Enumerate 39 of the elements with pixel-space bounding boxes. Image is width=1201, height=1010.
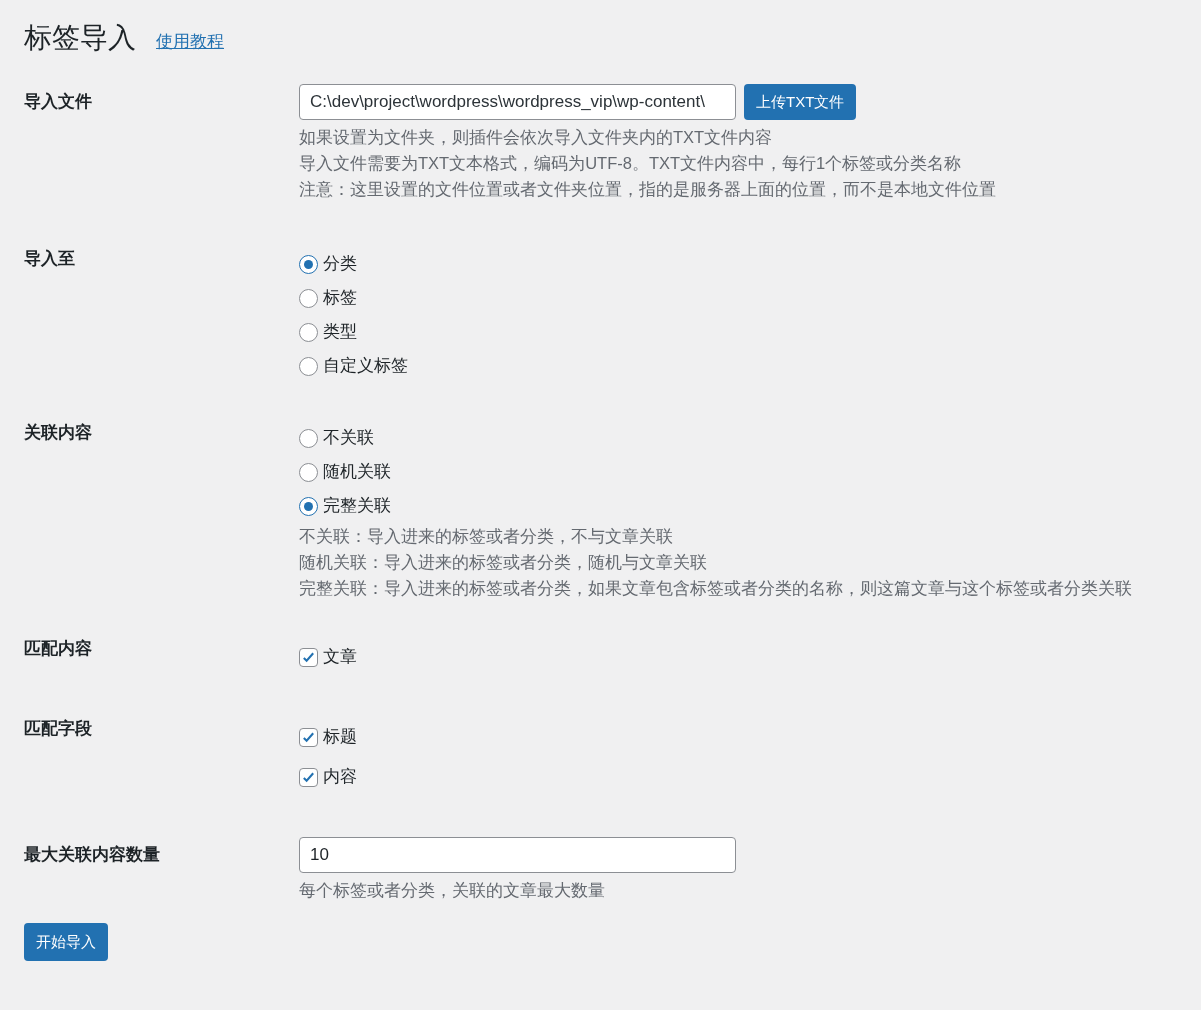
field-label: 导入至 — [24, 248, 76, 270]
radio-button[interactable] — [299, 462, 318, 482]
radio-button[interactable] — [299, 254, 318, 274]
option-label: 自定义标签 — [323, 355, 408, 378]
field-label: 关联内容 — [24, 422, 93, 444]
description-text: 注意：这里设置的文件位置或者文件夹位置，指的是服务器上面的位置，而不是本地文件位置 — [299, 179, 996, 200]
option-label: 文章 — [323, 646, 357, 669]
option-label: 类型 — [323, 321, 357, 344]
file-path-field[interactable]: C:\dev\project\wordpress\wordpress_vip\wp-content\ — [299, 84, 736, 120]
page-title: 标签导入 — [24, 21, 136, 55]
option-label: 分类 — [323, 253, 357, 276]
description-text: 每个标签或者分类，关联的文章最大数量 — [299, 880, 606, 901]
description-text: 导入文件需要为TXT文本格式，编码为UTF-8。TXT文件内容中，每行1个标签或分类名称 — [299, 153, 963, 174]
description-text: 完整关联：导入进来的标签或者分类，如果文章包含标签或者分类的名称，则这篇文章与这个标签或者分类关联 — [299, 578, 1132, 599]
radio-button[interactable] — [299, 428, 318, 448]
option-label: 内容 — [323, 766, 357, 789]
checkbox[interactable] — [299, 647, 318, 667]
option-label: 完整关联 — [323, 495, 391, 518]
description-text: 如果设置为文件夹，则插件会依次导入文件夹内的TXT文件内容 — [299, 127, 774, 148]
field-label: 导入文件 — [24, 91, 93, 113]
option-label: 标签 — [323, 287, 357, 310]
description-text: 不关联：导入进来的标签或者分类，不与文章关联 — [299, 526, 674, 547]
option-label: 不关联 — [323, 427, 374, 450]
option-label: 随机关联 — [323, 461, 391, 484]
tutorial-link[interactable]: 使用教程 — [156, 28, 224, 54]
radio-button[interactable] — [299, 322, 318, 342]
radio-button[interactable] — [299, 356, 318, 376]
field-label: 最大关联内容数量 — [24, 844, 161, 866]
upload-button[interactable]: 上传TXT文件 — [744, 84, 857, 120]
start-import-button[interactable]: 开始导入 — [24, 923, 108, 961]
radio-button[interactable] — [299, 496, 318, 516]
number-field[interactable]: 10 — [299, 837, 736, 873]
field-label: 匹配内容 — [24, 638, 93, 660]
checkbox[interactable] — [299, 727, 318, 747]
option-label: 标题 — [323, 726, 357, 749]
description-text: 随机关联：导入进来的标签或者分类，随机与文章关联 — [299, 552, 708, 573]
checkbox[interactable] — [299, 767, 318, 787]
radio-button[interactable] — [299, 288, 318, 308]
field-label: 匹配字段 — [24, 718, 93, 740]
